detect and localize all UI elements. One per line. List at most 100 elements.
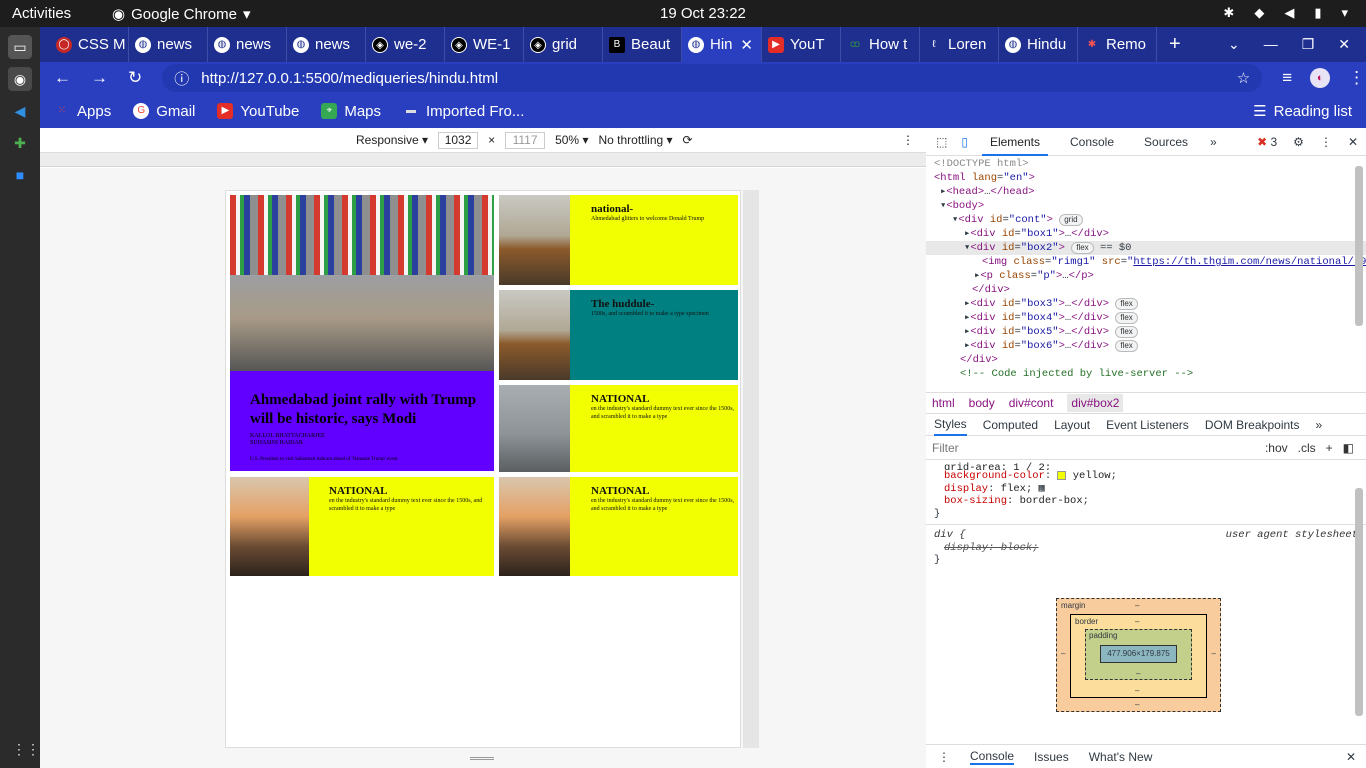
close-icon[interactable]: ✕: [1348, 135, 1358, 149]
tab[interactable]: ▶ YouT: [762, 27, 841, 62]
border-bottom[interactable]: –: [1135, 686, 1139, 695]
chrome-dock-icon[interactable]: ◉: [8, 67, 32, 91]
height-input[interactable]: 1117: [505, 131, 546, 149]
close-drawer-icon[interactable]: ✕: [1346, 750, 1356, 764]
crumb-box2[interactable]: div#box2: [1067, 394, 1124, 412]
tab[interactable]: ◍ news: [129, 27, 208, 62]
more-options-icon[interactable]: ⋮: [902, 133, 914, 147]
new-rule-icon[interactable]: +: [1326, 441, 1333, 455]
forward-icon[interactable]: →: [91, 68, 108, 88]
tab-dom-breakpoints[interactable]: DOM Breakpoints: [1205, 418, 1300, 432]
tab[interactable]: ◯ CSS M: [50, 27, 129, 62]
css-display[interactable]: display: flex; ▦: [934, 483, 1358, 496]
dom-node-box4[interactable]: ▸<div id="box4">…</div> flex: [934, 311, 1366, 325]
padding-bottom[interactable]: –: [1136, 669, 1140, 678]
styles-scrollbar[interactable]: [1355, 488, 1363, 716]
dom-node-box5[interactable]: ▸<div id="box5">…</div> flex: [934, 325, 1366, 339]
dom-node-box6[interactable]: ▸<div id="box6">…</div> flex: [934, 339, 1366, 353]
reading-list-button[interactable]: ☰ Reading list: [1253, 102, 1352, 121]
new-tab-button[interactable]: +: [1169, 33, 1181, 56]
rotate-icon[interactable]: ⟳: [683, 133, 693, 147]
margin-right[interactable]: –: [1212, 649, 1216, 658]
content-box[interactable]: 477.906×179.875: [1100, 645, 1177, 663]
more-tabs-icon[interactable]: »: [1316, 418, 1323, 432]
close-window-icon[interactable]: ✕: [1338, 36, 1350, 53]
dom-node-body[interactable]: ▾<body>: [934, 199, 1366, 213]
app-menu[interactable]: ◉ Google Chrome ▾: [112, 5, 251, 24]
tab-computed[interactable]: Computed: [983, 418, 1038, 432]
throttle-select[interactable]: No throttling ▾: [598, 133, 672, 147]
zoom-select[interactable]: 50% ▾: [555, 133, 588, 147]
tab-elements[interactable]: Elements: [981, 128, 1048, 156]
tab[interactable]: ꝏ How t: [841, 27, 920, 62]
address-bar[interactable]: ⓘ http://127.0.0.1:5500/mediqueries/hind…: [162, 64, 1263, 92]
system-tray[interactable]: ✱ ◆ ◀ ▮ ▾: [1223, 5, 1348, 21]
maximize-icon[interactable]: ❐: [1302, 36, 1315, 53]
margin-top[interactable]: –: [1135, 601, 1139, 610]
star-icon[interactable]: ☆: [1237, 69, 1250, 87]
device-select[interactable]: Responsive ▾: [356, 133, 428, 147]
tab-console-drawer[interactable]: Console: [970, 749, 1015, 765]
dom-comment[interactable]: <!-- Code injected by live-server -->: [934, 367, 1366, 381]
tab[interactable]: ◈ grid: [524, 27, 603, 62]
device-toggle-icon[interactable]: ▯: [961, 135, 968, 149]
more-tabs-icon[interactable]: »: [1210, 135, 1217, 149]
avatar[interactable]: ◐: [1310, 68, 1331, 88]
crumb-cont[interactable]: div#cont: [1009, 396, 1054, 410]
drawer-menu-icon[interactable]: ⋮: [938, 750, 950, 764]
zoom-icon[interactable]: ■: [8, 163, 32, 187]
tab-styles[interactable]: Styles: [934, 414, 967, 436]
dom-node-head[interactable]: ▸<head>…</head>: [934, 185, 1366, 199]
dom-node-box1[interactable]: ▸<div id="box1">…</div>: [934, 227, 1366, 241]
dom-doctype[interactable]: <!DOCTYPE html>: [934, 157, 1366, 171]
tab[interactable]: ✱ Remo: [1078, 27, 1157, 62]
dom-node-cont[interactable]: ▾<div id="cont"> grid: [934, 213, 1366, 227]
border-top[interactable]: –: [1135, 617, 1139, 626]
bookmark-apps[interactable]: ⁙ Apps: [54, 103, 111, 120]
resize-handle-bottom[interactable]: [470, 757, 494, 760]
settings-icon[interactable]: ⚙: [1293, 135, 1304, 149]
toggle-sidebar-icon[interactable]: ◧: [1343, 441, 1354, 455]
bookmark-maps[interactable]: ⌖ Maps: [321, 103, 381, 120]
clock[interactable]: 19 Oct 23:22: [660, 5, 746, 22]
tab-layout[interactable]: Layout: [1054, 418, 1090, 432]
dom-node-box3[interactable]: ▸<div id="box3">…</div> flex: [934, 297, 1366, 311]
media-query-ruler[interactable]: [40, 153, 926, 167]
width-input[interactable]: 1032: [438, 131, 479, 149]
media-icon[interactable]: ≡: [1282, 68, 1292, 88]
tab-event-listeners[interactable]: Event Listeners: [1106, 418, 1189, 432]
css-grid-area[interactable]: grid-area: 1 / 2;: [934, 462, 1358, 470]
resize-handle-right[interactable]: [743, 190, 759, 748]
info-icon[interactable]: ⓘ: [174, 68, 189, 89]
tab-active[interactable]: ◍ Hin ✕: [682, 27, 762, 62]
crumb-html[interactable]: html: [932, 396, 955, 410]
reload-icon[interactable]: ↻: [128, 68, 142, 88]
dom-node-p[interactable]: ▸<p class="p">…</p>: [934, 269, 1366, 283]
minimize-icon[interactable]: —: [1264, 36, 1278, 53]
dom-node-img[interactable]: <img class="rimg1" src="https://th.thgim…: [934, 255, 1366, 269]
flex-editor-icon[interactable]: ▦: [1039, 483, 1045, 495]
dom-node-html[interactable]: <html lang="en">: [934, 171, 1366, 185]
tab-sources[interactable]: Sources: [1136, 128, 1196, 156]
ua-display[interactable]: display: block;: [934, 542, 1358, 555]
css-bg[interactable]: background-color: yellow;: [934, 470, 1358, 483]
tab[interactable]: ◍ Hindu: [999, 27, 1078, 62]
error-badge[interactable]: ✖ 3: [1257, 135, 1277, 149]
headline[interactable]: Ahmedabad joint rally with Trump will be…: [250, 391, 490, 429]
margin-left[interactable]: –: [1061, 649, 1065, 658]
img-src-link[interactable]: https://th.thgim.com/news/national/s9xce…: [1133, 256, 1366, 268]
color-swatch[interactable]: [1057, 470, 1067, 480]
margin-bottom[interactable]: –: [1135, 700, 1139, 709]
tab-whats-new[interactable]: What's New: [1089, 750, 1153, 764]
vscode-icon[interactable]: ◀: [8, 99, 32, 123]
tab-console[interactable]: Console: [1062, 128, 1122, 156]
tab[interactable]: ◈ we-2: [366, 27, 445, 62]
hov-button[interactable]: :hov: [1265, 441, 1288, 455]
cls-button[interactable]: .cls: [1298, 441, 1316, 455]
slack-icon[interactable]: ✚: [8, 131, 32, 155]
files-icon[interactable]: ▭: [8, 35, 32, 59]
tab-search-icon[interactable]: ⌄: [1228, 36, 1240, 53]
css-box-sizing[interactable]: box-sizing: border-box;: [934, 495, 1358, 508]
dom-node-box2[interactable]: ▾<div id="box2"> flex == $0: [926, 241, 1366, 255]
tab[interactable]: ◈ WE-1: [445, 27, 524, 62]
